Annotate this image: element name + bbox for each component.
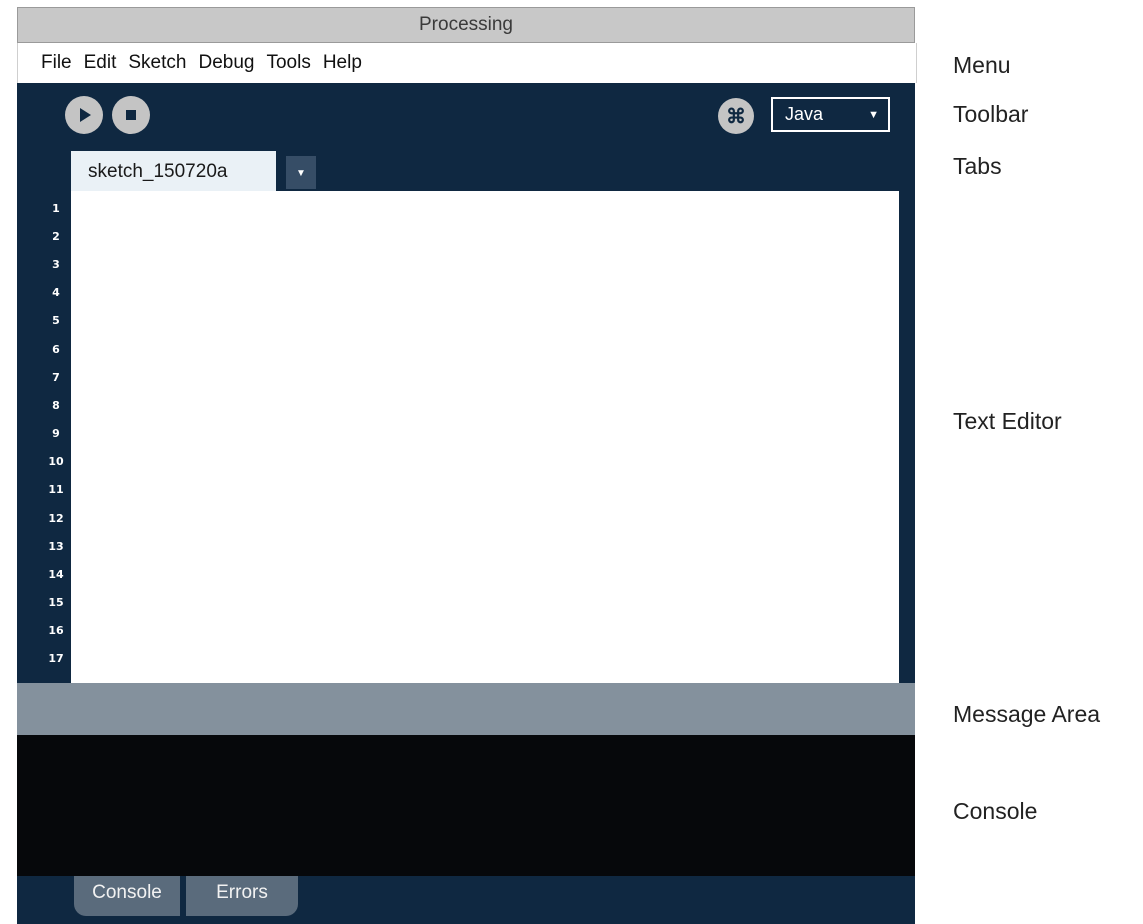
- chevron-down-icon: ▼: [868, 108, 879, 121]
- tab-console[interactable]: Console: [74, 876, 180, 916]
- chevron-down-icon: ▼: [296, 168, 306, 179]
- line-number: 12: [48, 512, 64, 525]
- stop-button[interactable]: [112, 96, 150, 134]
- line-number: 4: [52, 286, 60, 299]
- line-number: 10: [48, 455, 64, 468]
- line-number: 13: [48, 540, 64, 553]
- menu-file[interactable]: File: [40, 52, 73, 74]
- tab-menu-button[interactable]: ▼: [286, 156, 316, 189]
- play-icon: [80, 108, 91, 122]
- line-number: 5: [52, 314, 60, 327]
- line-number: 9: [52, 427, 60, 440]
- line-number-gutter: 1 2 3 4 5 6 7 8 9 10 11 12 13 14 15 16 1…: [17, 191, 71, 683]
- menu-edit[interactable]: Edit: [83, 52, 118, 74]
- text-editor[interactable]: [71, 191, 899, 683]
- processing-window: Processing File Edit Sketch Debug Tools …: [17, 7, 917, 924]
- menu-tools[interactable]: Tools: [265, 52, 311, 74]
- menu-bar: File Edit Sketch Debug Tools Help: [17, 43, 917, 83]
- tab-sketch[interactable]: sketch_150720a: [71, 151, 276, 191]
- line-number: 15: [48, 596, 64, 609]
- debug-button[interactable]: ⌘: [718, 98, 754, 134]
- console-output[interactable]: [17, 735, 915, 876]
- mode-label: Java: [785, 104, 824, 124]
- annotation-menu: Menu: [953, 52, 1011, 78]
- bottom-tab-bar: Console Errors: [17, 876, 915, 924]
- line-number: 14: [48, 568, 64, 581]
- line-number: 7: [52, 371, 60, 384]
- stop-icon: [126, 110, 136, 120]
- line-number: 8: [52, 399, 60, 412]
- line-number: 11: [48, 483, 64, 496]
- message-area: [17, 683, 915, 735]
- line-number: 1: [52, 202, 60, 215]
- run-button[interactable]: [65, 96, 103, 134]
- tab-errors[interactable]: Errors: [186, 876, 298, 916]
- annotation-toolbar: Toolbar: [953, 101, 1029, 127]
- annotation-message-area: Message Area: [953, 701, 1101, 727]
- menu-debug[interactable]: Debug: [197, 52, 255, 74]
- annotation-console: Console: [953, 798, 1038, 824]
- line-number: 17: [48, 652, 64, 665]
- debug-icon: ⌘: [726, 105, 746, 128]
- main-area: ⌘ Java ▼ sketch_150720a ▼ 1 2 3 4 5 6 7 …: [17, 83, 915, 683]
- menu-help[interactable]: Help: [322, 52, 363, 74]
- line-number: 16: [48, 624, 64, 637]
- line-number: 3: [52, 258, 60, 271]
- annotation-tabs: Tabs: [953, 153, 1002, 179]
- mode-selector[interactable]: Java ▼: [771, 97, 890, 132]
- annotation-text-editor: Text Editor: [953, 408, 1062, 434]
- menu-sketch[interactable]: Sketch: [127, 52, 187, 74]
- window-title: Processing: [17, 7, 915, 43]
- line-number: 2: [52, 230, 60, 243]
- line-number: 6: [52, 343, 60, 356]
